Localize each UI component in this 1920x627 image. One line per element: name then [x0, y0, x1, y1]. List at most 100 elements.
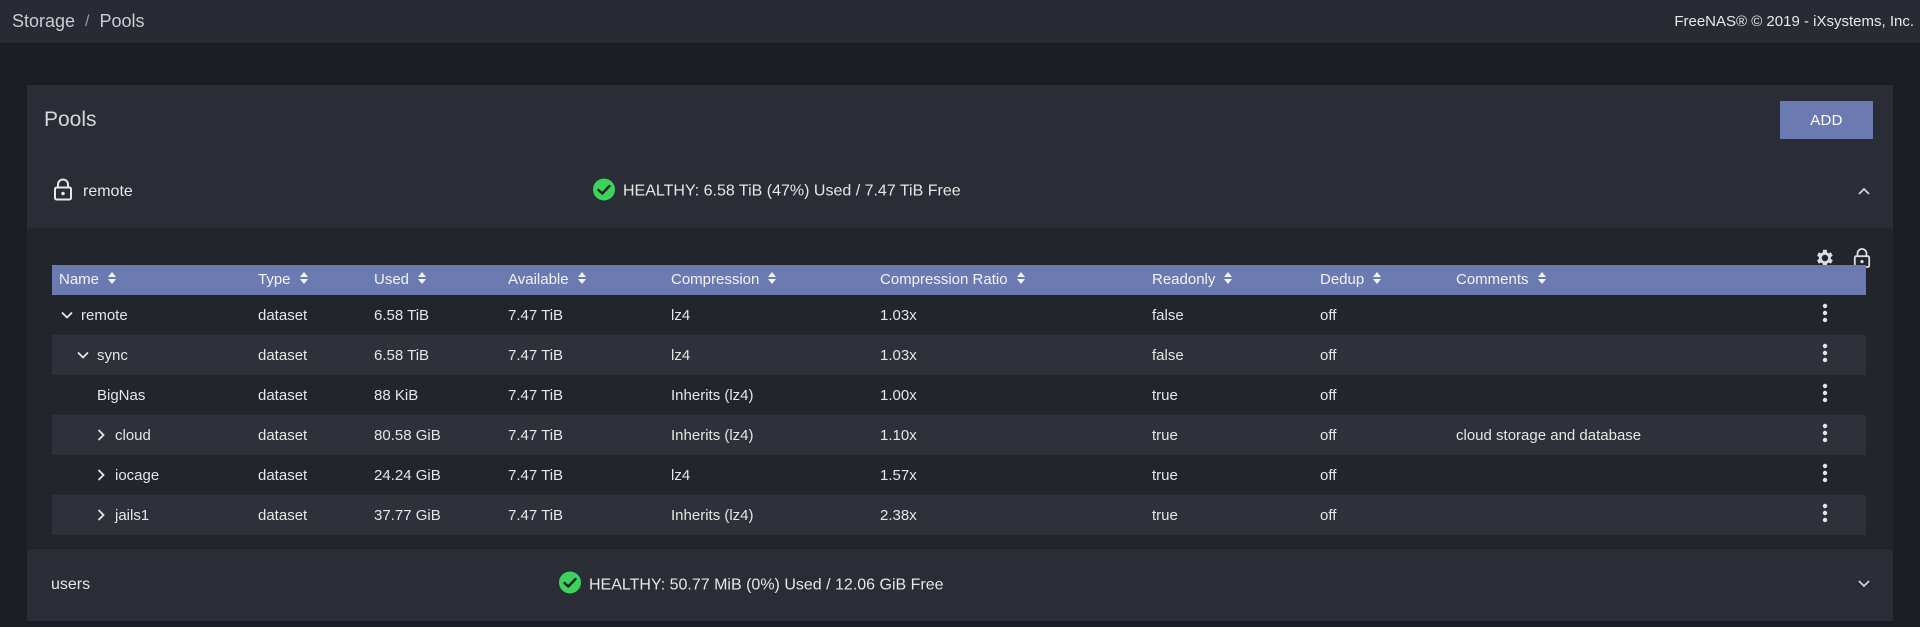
dataset-comments: cloud storage and database	[1456, 426, 1642, 444]
dataset-readonly: true	[1152, 506, 1178, 524]
dataset-dedup: off	[1320, 506, 1337, 524]
pools-card: Pools ADD remote HEALTHY: 6.58 TiB (47%)…	[27, 85, 1893, 621]
sort-icon[interactable]	[1223, 271, 1233, 289]
dataset-type: dataset	[258, 346, 308, 364]
chevron-right-icon[interactable]	[93, 429, 109, 441]
dataset-dedup: off	[1320, 386, 1337, 404]
dataset-panel: Name Type Used Available Compression Com…	[27, 228, 1893, 548]
breadcrumb-separator: /	[85, 12, 90, 30]
dataset-comments	[1449, 375, 1776, 415]
column-header-actions	[1776, 265, 1866, 295]
pool-header-users[interactable]: users HEALTHY: 50.77 MiB (0%) Used / 12.…	[27, 548, 1893, 621]
column-header-dedup[interactable]: Dedup	[1313, 265, 1449, 295]
dataset-dedup: off	[1320, 346, 1337, 364]
chevron-up-icon[interactable]	[1857, 183, 1871, 201]
dataset-type: dataset	[258, 506, 308, 524]
dataset-name: sync	[97, 346, 128, 364]
table-row[interactable]: sync dataset 6.58 TiB 7.47 TiB lz4 1.03x…	[52, 335, 1866, 375]
pool-status-text: HEALTHY: 6.58 TiB (47%) Used / 7.47 TiB …	[623, 182, 961, 200]
dataset-ratio: 1.03x	[880, 306, 917, 324]
dataset-compression: lz4	[671, 466, 691, 484]
more-vert-icon[interactable]	[1822, 503, 1828, 527]
more-vert-icon[interactable]	[1822, 383, 1828, 407]
sort-icon[interactable]	[1372, 271, 1382, 289]
column-header-readonly[interactable]: Readonly	[1145, 265, 1313, 295]
chevron-right-icon[interactable]	[93, 509, 109, 521]
dataset-type: dataset	[258, 426, 308, 444]
lock-icon[interactable]	[53, 177, 73, 206]
table-row[interactable]: remote dataset 6.58 TiB 7.47 TiB lz4 1.0…	[52, 295, 1866, 335]
dataset-type: dataset	[258, 386, 308, 404]
page-title: Pools	[44, 108, 97, 131]
dataset-available: 7.47 TiB	[508, 466, 564, 484]
chevron-right-icon[interactable]	[93, 469, 109, 481]
column-header-comments[interactable]: Comments	[1449, 265, 1776, 295]
table-row[interactable]: BigNas dataset 88 KiB 7.47 TiB Inherits …	[52, 375, 1866, 415]
dataset-used: 24.24 GiB	[374, 466, 441, 484]
top-bar: Storage / Pools FreeNAS® © 2019 - iXsyst…	[0, 0, 1920, 44]
check-circle-icon	[593, 178, 615, 205]
dataset-ratio: 2.38x	[880, 506, 917, 524]
chevron-down-icon[interactable]	[59, 311, 75, 319]
sort-icon[interactable]	[417, 271, 427, 289]
dataset-name: remote	[81, 306, 128, 324]
column-header-available[interactable]: Available	[501, 265, 664, 295]
dataset-used: 37.77 GiB	[374, 506, 441, 524]
sort-icon[interactable]	[1016, 271, 1026, 289]
dataset-dedup: off	[1320, 306, 1337, 324]
table-header-row: Name Type Used Available Compression Com…	[52, 265, 1866, 295]
pool-status-text: HEALTHY: 50.77 MiB (0%) Used / 12.06 GiB…	[589, 576, 944, 593]
dataset-used: 6.58 TiB	[374, 306, 430, 324]
card-header: Pools ADD	[27, 85, 1893, 155]
chevron-down-icon[interactable]	[1857, 576, 1871, 594]
breadcrumb-pools: Pools	[99, 11, 145, 31]
dataset-ratio: 1.10x	[880, 426, 917, 444]
more-vert-icon[interactable]	[1822, 343, 1828, 367]
more-vert-icon[interactable]	[1822, 303, 1828, 327]
dataset-comments	[1449, 495, 1776, 535]
dataset-comments	[1449, 335, 1776, 375]
breadcrumb-storage[interactable]: Storage	[12, 11, 75, 32]
sort-icon[interactable]	[577, 271, 587, 289]
pool-status: HEALTHY: 50.77 MiB (0%) Used / 12.06 GiB…	[559, 571, 944, 599]
column-header-compression-ratio[interactable]: Compression Ratio	[873, 265, 1145, 295]
dataset-name: iocage	[115, 466, 160, 484]
column-header-name[interactable]: Name	[52, 265, 251, 295]
table-row[interactable]: cloud dataset 80.58 GiB 7.47 TiB Inherit…	[52, 415, 1866, 455]
dataset-readonly: false	[1152, 346, 1184, 364]
dataset-readonly: true	[1152, 466, 1178, 484]
sort-icon[interactable]	[299, 271, 309, 289]
copyright-text: FreeNAS® © 2019 - iXsystems, Inc.	[1674, 13, 1914, 30]
dataset-dedup: off	[1320, 426, 1337, 444]
dataset-ratio: 1.03x	[880, 346, 917, 364]
add-pool-button[interactable]: ADD	[1780, 101, 1873, 139]
dataset-readonly: true	[1152, 426, 1178, 444]
dataset-used: 88 KiB	[374, 386, 419, 404]
dataset-comments	[1449, 295, 1776, 335]
dataset-available: 7.47 TiB	[508, 346, 564, 364]
more-vert-icon[interactable]	[1822, 423, 1828, 447]
column-header-type[interactable]: Type	[251, 265, 367, 295]
sort-icon[interactable]	[1537, 271, 1547, 289]
column-header-compression[interactable]: Compression	[664, 265, 873, 295]
dataset-type: dataset	[258, 466, 308, 484]
breadcrumb: Storage / Pools	[12, 11, 145, 32]
dataset-used: 80.58 GiB	[374, 426, 441, 444]
chevron-down-icon[interactable]	[75, 351, 91, 359]
dataset-name: jails1	[115, 506, 150, 524]
pool-status: HEALTHY: 6.58 TiB (47%) Used / 7.47 TiB …	[593, 178, 961, 205]
dataset-compression: Inherits (lz4)	[671, 426, 754, 444]
sort-icon[interactable]	[767, 271, 777, 289]
pool-header-remote[interactable]: remote HEALTHY: 6.58 TiB (47%) Used / 7.…	[27, 155, 1893, 228]
dataset-available: 7.47 TiB	[508, 426, 564, 444]
table-row[interactable]: jails1 dataset 37.77 GiB 7.47 TiB Inheri…	[52, 495, 1866, 535]
more-vert-icon[interactable]	[1822, 463, 1828, 487]
dataset-name: cloud	[115, 426, 151, 444]
dataset-readonly: false	[1152, 306, 1184, 324]
dataset-readonly: true	[1152, 386, 1178, 404]
dataset-used: 6.58 TiB	[374, 346, 430, 364]
dataset-ratio: 1.00x	[880, 386, 917, 404]
column-header-used[interactable]: Used	[367, 265, 501, 295]
sort-icon[interactable]	[107, 271, 117, 289]
table-row[interactable]: iocage dataset 24.24 GiB 7.47 TiB lz4 1.…	[52, 455, 1866, 495]
